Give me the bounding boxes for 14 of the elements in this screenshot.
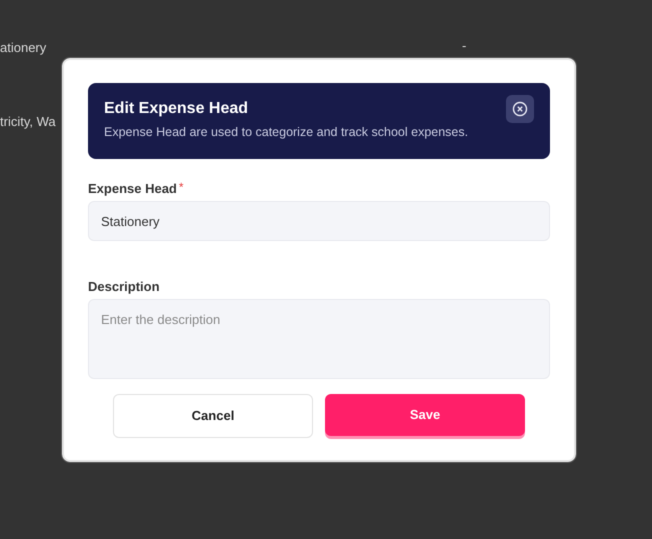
table-cell: tricity, Wa [0,114,56,129]
close-icon [512,101,528,117]
dialog-title: Edit Expense Head [104,99,248,119]
dialog-subtitle: Expense Head are used to categorize and track school expenses. [104,124,470,141]
field-label: Description [88,279,160,295]
table-cell: - [462,38,466,54]
table-cell: ationery [0,40,46,55]
required-mark: * [178,181,184,193]
input-field[interactable]: Stationery [88,201,550,241]
save-button[interactable]: Save [325,394,525,436]
textarea-field[interactable]: Enter the description [88,299,550,379]
field-label: Expense Head [88,181,177,197]
close-button[interactable] [506,95,534,123]
cancel-button[interactable]: Cancel [113,394,313,438]
